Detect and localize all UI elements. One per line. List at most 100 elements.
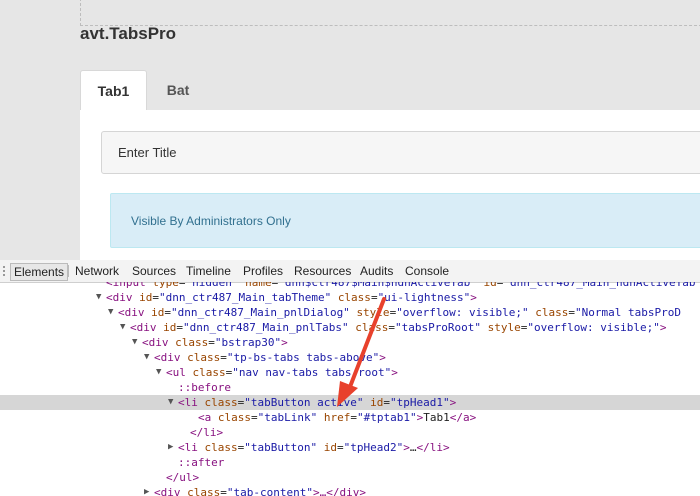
- attribute-name: class: [175, 336, 209, 349]
- attribute-value: "overflow: visible;": [527, 321, 660, 334]
- attribute-name: style: [356, 306, 390, 319]
- dock-grip-icon[interactable]: [0, 264, 8, 278]
- attribute-value: "tabButton active": [244, 396, 364, 409]
- attribute-name: class: [204, 396, 238, 409]
- tag-name: input: [112, 282, 146, 289]
- tag-name: div: [148, 336, 169, 349]
- devtools-toolbar: Elements Network Sources Timeline Profil…: [0, 260, 700, 283]
- attribute-value: "dnn_ctr487_Main_pnlTabs": [183, 321, 349, 334]
- dom-node-line[interactable]: ▼ <div id="dnn_ctr487_Main_tabTheme" clas…: [0, 290, 700, 305]
- dom-node-line[interactable]: ▼ <div id="dnn_ctr487_Main_pnlTabs" class…: [0, 320, 700, 335]
- devtools-tab-profiles[interactable]: Profiles: [243, 263, 283, 279]
- expand-triangle-icon[interactable]: ▼: [168, 395, 173, 410]
- dom-node-line[interactable]: </ul>: [0, 470, 700, 485]
- dom-node-line[interactable]: ▶ <div class="tab-content">…</div>: [0, 485, 700, 496]
- devtools-tab-audits[interactable]: Audits: [360, 263, 393, 279]
- dom-node-line[interactable]: <a class="tabLink" href="#tptab1">Tab1</…: [0, 410, 700, 425]
- attribute-name: class: [337, 291, 371, 304]
- pseudo-element: ::after: [178, 456, 225, 469]
- attribute-value: "Normal tabsProD: [575, 306, 681, 319]
- page-viewport: avt.TabsPro Tab1 Bat Enter Title Visible…: [0, 0, 700, 270]
- attribute-value: "tpHead1": [389, 396, 450, 409]
- dom-node-line[interactable]: ▼ <ul class="nav nav-tabs tabs-root">: [0, 365, 700, 380]
- expand-triangle-icon[interactable]: ▼: [144, 350, 149, 365]
- dom-node-line[interactable]: ::after: [0, 455, 700, 470]
- dom-node-line[interactable]: ::before: [0, 380, 700, 395]
- node-text: Tab1: [423, 411, 450, 424]
- closing-tag: </li>: [190, 426, 224, 439]
- closing-tag: </li>: [416, 441, 450, 454]
- attribute-name: style: [487, 321, 521, 334]
- dom-node-line[interactable]: ▼ <div id="dnn_ctr487_Main_pnlDialog" sty…: [0, 305, 700, 320]
- title-field-text: Enter Title: [118, 145, 177, 160]
- expand-triangle-icon[interactable]: ▼: [120, 320, 125, 335]
- dom-node-line[interactable]: ▶ <li class="tabButton" id="tpHead2">…</l…: [0, 440, 700, 455]
- admin-only-alert-text: Visible By Administrators Only: [131, 214, 291, 228]
- attribute-value: "#tptab1": [356, 411, 417, 424]
- tag-name: ul: [172, 366, 186, 379]
- attribute-name: type: [152, 282, 179, 289]
- dom-node-selected[interactable]: ▼ <li class="tabButton active" id="tpHead…: [0, 395, 700, 410]
- expand-triangle-icon[interactable]: ▼: [108, 305, 113, 320]
- closing-tag: </a>: [449, 411, 477, 424]
- attribute-value: "ui-lightness": [377, 291, 471, 304]
- admin-only-alert: Visible By Administrators Only: [110, 193, 700, 248]
- tag-name: div: [112, 291, 133, 304]
- attribute-value: "tabButton": [244, 441, 318, 454]
- tag-name: li: [184, 396, 198, 409]
- tag-name: li: [184, 441, 198, 454]
- devtools-tab-network[interactable]: Network: [75, 263, 119, 279]
- collapse-triangle-icon[interactable]: ▶: [144, 485, 149, 496]
- dom-node-line[interactable]: <input type="hidden" name="dnn$ctr487$Ma…: [0, 282, 700, 290]
- devtools-tab-sources[interactable]: Sources: [132, 263, 176, 279]
- attribute-value: "hidden": [185, 282, 239, 289]
- closing-tag: </ul>: [166, 471, 200, 484]
- devtools-tab-timeline[interactable]: Timeline: [186, 263, 231, 279]
- attribute-name: id: [370, 396, 384, 409]
- attribute-name: id: [163, 321, 177, 334]
- dom-node-line[interactable]: ▼ <div class="tp-bs-tabs tabs-above">: [0, 350, 700, 365]
- attribute-name: id: [151, 306, 165, 319]
- attribute-value: "tab-content": [226, 486, 313, 496]
- expand-triangle-icon[interactable]: ▼: [96, 290, 101, 305]
- attribute-value: "dnn_ctr487_Main_tabTheme": [159, 291, 332, 304]
- attribute-name: class: [187, 351, 221, 364]
- attribute-value: "dnn_ctr487_Main_pnlDialog": [171, 306, 350, 319]
- attribute-value: "tabsProRoot": [394, 321, 482, 334]
- attribute-name: id: [323, 441, 337, 454]
- title-field[interactable]: Enter Title: [101, 131, 700, 174]
- devtools-tab-resources[interactable]: Resources: [294, 263, 351, 279]
- attribute-value: "tabLink": [257, 411, 318, 424]
- attribute-name: class: [204, 441, 238, 454]
- collapse-triangle-icon[interactable]: ▶: [168, 440, 173, 455]
- devtools-tab-console[interactable]: Console: [405, 263, 449, 279]
- module-title: avt.TabsPro: [80, 24, 177, 43]
- attribute-value: "nav nav-tabs tabs-root": [232, 366, 392, 379]
- tab-bat[interactable]: Bat: [164, 70, 192, 110]
- attribute-name: id: [483, 282, 497, 289]
- tag-name: div: [124, 306, 145, 319]
- tag-name: div: [160, 351, 181, 364]
- tag-name: div: [160, 486, 181, 496]
- dom-node-line[interactable]: ▼ <div class="bstrap30">: [0, 335, 700, 350]
- dom-tree[interactable]: <input type="hidden" name="dnn$ctr487$Ma…: [0, 282, 700, 496]
- attribute-value: "bstrap30": [214, 336, 282, 349]
- attribute-value: "tp-bs-tabs tabs-above": [226, 351, 380, 364]
- attribute-value: "dnn_ctr487_Main_hdnActiveTab": [503, 282, 700, 289]
- expand-triangle-icon[interactable]: ▼: [132, 335, 137, 350]
- attribute-name: class: [535, 306, 569, 319]
- attribute-name: class: [217, 411, 251, 424]
- attribute-name: class: [187, 486, 221, 496]
- tag-name: div: [136, 321, 157, 334]
- pseudo-element: ::before: [178, 381, 231, 394]
- tab-tab1[interactable]: Tab1: [80, 70, 147, 111]
- dom-node-line[interactable]: </li>: [0, 425, 700, 440]
- devtools-tab-elements[interactable]: Elements: [10, 263, 69, 281]
- attribute-value: "dnn$ctr487$Main$hdnActiveTab": [278, 282, 477, 289]
- attribute-name: id: [139, 291, 153, 304]
- expand-triangle-icon[interactable]: ▼: [156, 365, 161, 380]
- attribute-value: "overflow: visible;": [396, 306, 529, 319]
- devtools-panel: Elements Network Sources Timeline Profil…: [0, 260, 700, 496]
- attribute-name: name: [245, 282, 272, 289]
- attribute-value: "tpHead2": [343, 441, 404, 454]
